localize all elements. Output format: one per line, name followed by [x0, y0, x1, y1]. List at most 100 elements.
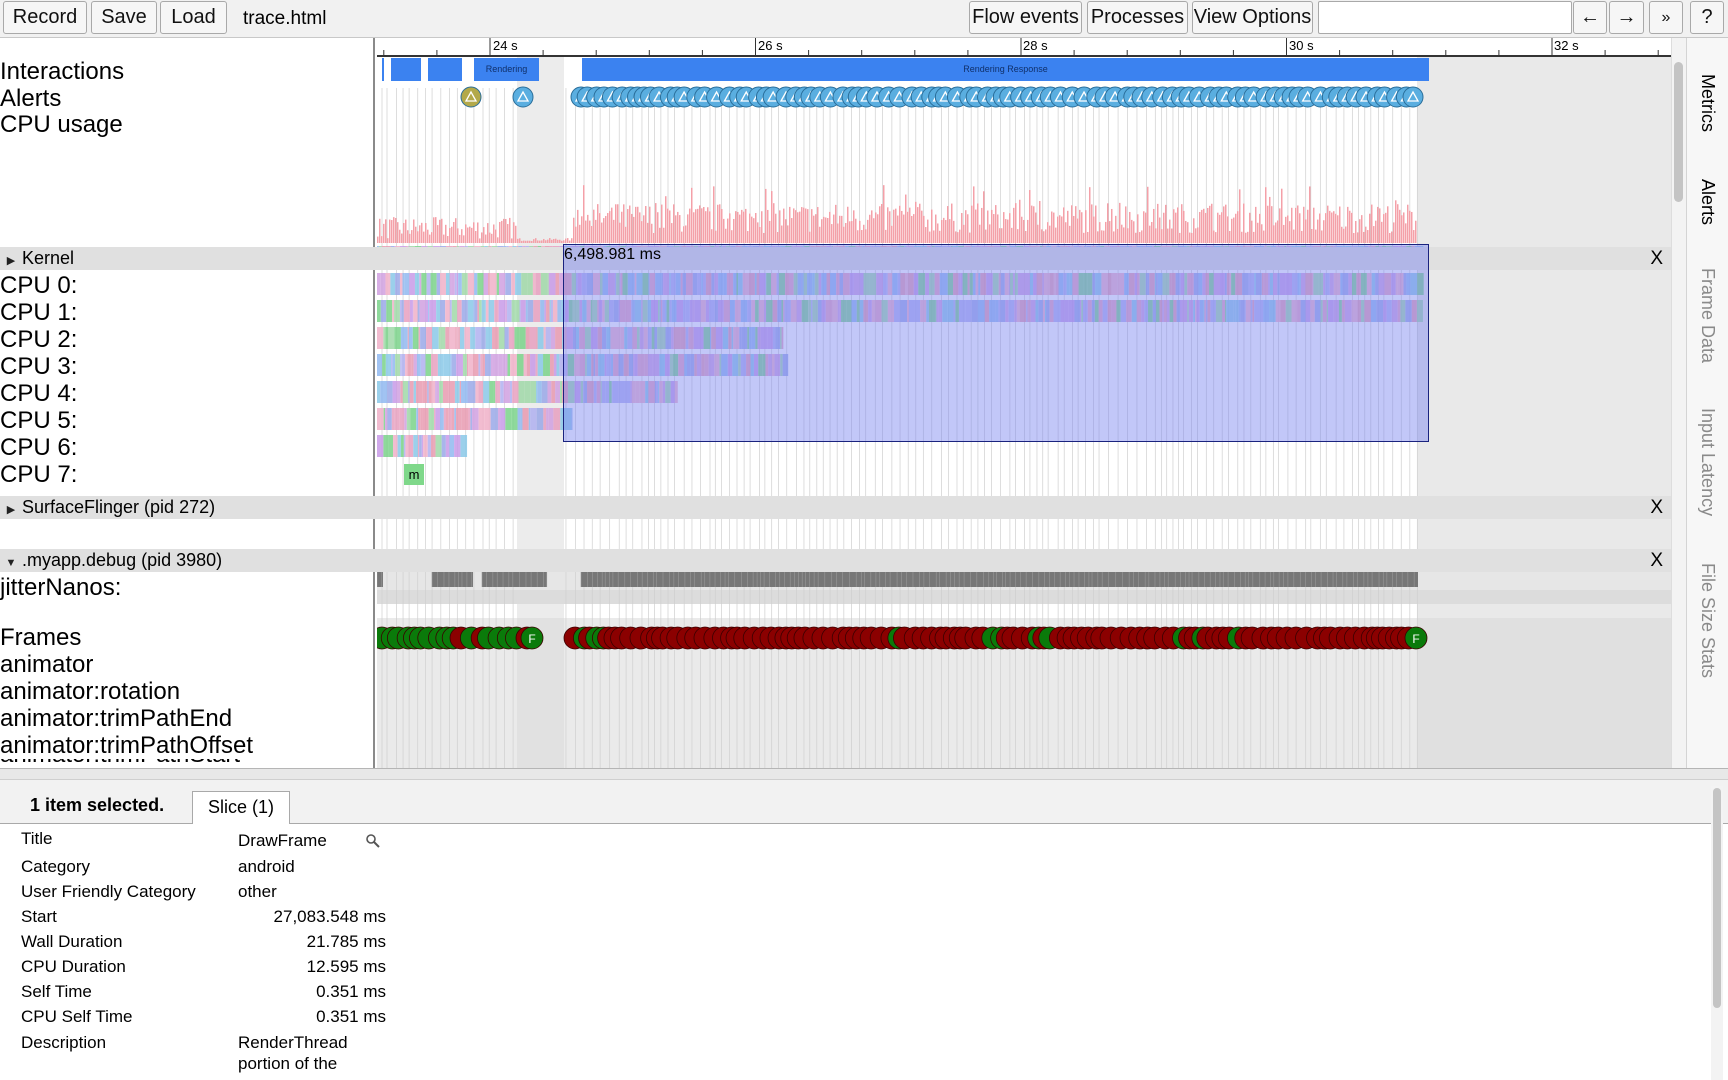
search-input[interactable]: [1318, 1, 1572, 34]
cpu-usage-bar: [925, 227, 927, 243]
cpu-slice: [490, 408, 497, 430]
cpu-slice: [515, 273, 522, 295]
myapp-group-header[interactable]: ▼ .myapp.debug (pid 3980) X: [0, 549, 1671, 572]
more-button[interactable]: »: [1649, 1, 1683, 34]
cpu-usage-bar: [691, 187, 693, 243]
magnifier-icon[interactable]: [365, 833, 381, 854]
surfaceflinger-group-header[interactable]: ▶ SurfaceFlinger (pid 272) X: [0, 496, 1671, 519]
timeline[interactable]: FF 24 s 26 s 28 s 30 s 32 s Rendering Re…: [377, 38, 1671, 768]
side-tab-frame-data[interactable]: Frame Data: [1687, 268, 1728, 363]
animator-trim-end-label: animator:trimPathEnd: [0, 705, 233, 732]
view-options-button[interactable]: View Options: [1192, 1, 1313, 34]
cpu-usage-bar: [541, 240, 543, 243]
cpu-usage-bar: [845, 222, 847, 243]
find-prev-button[interactable]: ←: [1573, 1, 1607, 34]
cpu-slice: [521, 273, 528, 295]
load-button[interactable]: Load: [160, 1, 227, 34]
cpu-slice: [380, 300, 387, 322]
cpu-usage-bar: [1075, 206, 1077, 243]
cpu-slice: [422, 381, 428, 403]
close-kernel-button[interactable]: X: [1650, 247, 1663, 270]
close-surfaceflinger-button[interactable]: X: [1650, 496, 1663, 519]
cpu-slice: [526, 354, 531, 376]
find-next-button[interactable]: →: [1609, 1, 1644, 34]
interaction-slice[interactable]: Rendering Response: [474, 58, 539, 81]
cpu-usage-bar: [1047, 222, 1049, 243]
cpu-usage-bar: [907, 211, 909, 243]
cpu7-slice-m[interactable]: m: [404, 464, 424, 485]
time-ruler[interactable]: 24 s 26 s 28 s 30 s 32 s: [377, 38, 1671, 57]
cpu-usage-bar: [1043, 231, 1045, 243]
save-button[interactable]: Save: [91, 1, 157, 34]
cpu-usage-bar: [701, 208, 703, 243]
cpu-usage-bar: [599, 213, 601, 243]
cpu-slice: [377, 381, 381, 403]
cpu-usage-bar: [459, 234, 461, 243]
cpu-usage-bar: [501, 220, 503, 243]
cpu-usage-bar: [1173, 209, 1175, 243]
side-panel-tabs: Metrics Alerts Frame Data Input Latency …: [1686, 38, 1728, 768]
analysis-scroll-thumb[interactable]: [1713, 788, 1721, 1008]
cpu-usage-bar: [1119, 202, 1121, 243]
help-button[interactable]: ?: [1690, 1, 1724, 34]
cpu-slice: [498, 354, 503, 376]
cpu-usage-bar: [1121, 224, 1123, 243]
cpu-usage-bar: [653, 232, 655, 243]
cpu-usage-bar: [1395, 200, 1397, 243]
expand-triangle-icon[interactable]: ▶: [0, 250, 22, 273]
cpu-usage-bar: [1113, 231, 1115, 243]
timeline-scroll-thumb[interactable]: [1674, 62, 1683, 202]
cpu-slice: [443, 408, 446, 430]
cpu-usage-bar: [443, 234, 445, 243]
side-tab-file-size-stats[interactable]: File Size Stats: [1687, 563, 1728, 678]
cpu-usage-bar: [463, 235, 465, 243]
cpu-usage-bar: [791, 218, 793, 243]
collapse-triangle-icon[interactable]: ▼: [0, 552, 22, 575]
record-button[interactable]: Record: [3, 1, 87, 34]
processes-button[interactable]: Processes: [1087, 1, 1188, 34]
panel-splitter[interactable]: [0, 768, 1728, 780]
cpu-usage-bar: [1103, 230, 1105, 243]
cpu-slice: [385, 354, 392, 376]
selection-box[interactable]: 6,498.981 ms: [563, 244, 1429, 442]
cpu-usage-bar: [885, 229, 887, 243]
cpu-usage-bar: [1355, 220, 1357, 243]
cpu-slice: [489, 381, 494, 403]
side-tab-metrics[interactable]: Metrics: [1687, 74, 1728, 132]
cpu-usage-bar: [1383, 214, 1385, 243]
cpu-slice: [525, 300, 528, 322]
cpu-usage-bar: [855, 218, 857, 243]
cpu-usage-bar: [829, 211, 831, 243]
cpu-usage-bar: [1125, 206, 1127, 243]
side-tab-input-latency[interactable]: Input Latency: [1687, 408, 1728, 516]
prop-key: CPU Duration: [21, 957, 126, 976]
cpu-usage-bar: [1237, 211, 1239, 243]
cpu-usage-bar: [555, 238, 557, 243]
cpu-slice: [451, 273, 455, 295]
cpu-usage-bar: [467, 227, 469, 243]
cpu-usage-bar: [613, 219, 615, 243]
cpu-usage-bar: [493, 224, 495, 243]
interaction-slice[interactable]: Rendering Response: [582, 58, 1429, 81]
cpu-usage-bar: [951, 203, 953, 243]
cpu-usage-bar: [595, 219, 597, 243]
cpu-usage-bar: [1393, 222, 1395, 243]
cpu-usage-bar: [533, 239, 535, 243]
tab-slice[interactable]: Slice (1): [192, 791, 290, 824]
cpu-usage-bar: [407, 230, 409, 243]
cpu-usage-bar: [1335, 213, 1337, 243]
cpu-slice: [392, 381, 397, 403]
close-myapp-button[interactable]: X: [1650, 549, 1663, 572]
cpu-usage-bar: [1307, 209, 1309, 243]
side-tab-alerts[interactable]: Alerts: [1687, 179, 1728, 225]
expand-triangle-icon[interactable]: ▶: [0, 499, 22, 522]
cpu-usage-bar: [1327, 205, 1329, 243]
cpu-slice: [405, 435, 409, 457]
cpu-usage-bar: [379, 218, 381, 243]
cpu-slice: [401, 354, 406, 376]
flow-events-button[interactable]: Flow events: [969, 1, 1082, 34]
cpu-usage-bar: [833, 214, 835, 243]
cpu-slice: [488, 273, 490, 295]
cpu-slice: [474, 381, 476, 403]
cpu-usage-bar: [1157, 203, 1159, 243]
